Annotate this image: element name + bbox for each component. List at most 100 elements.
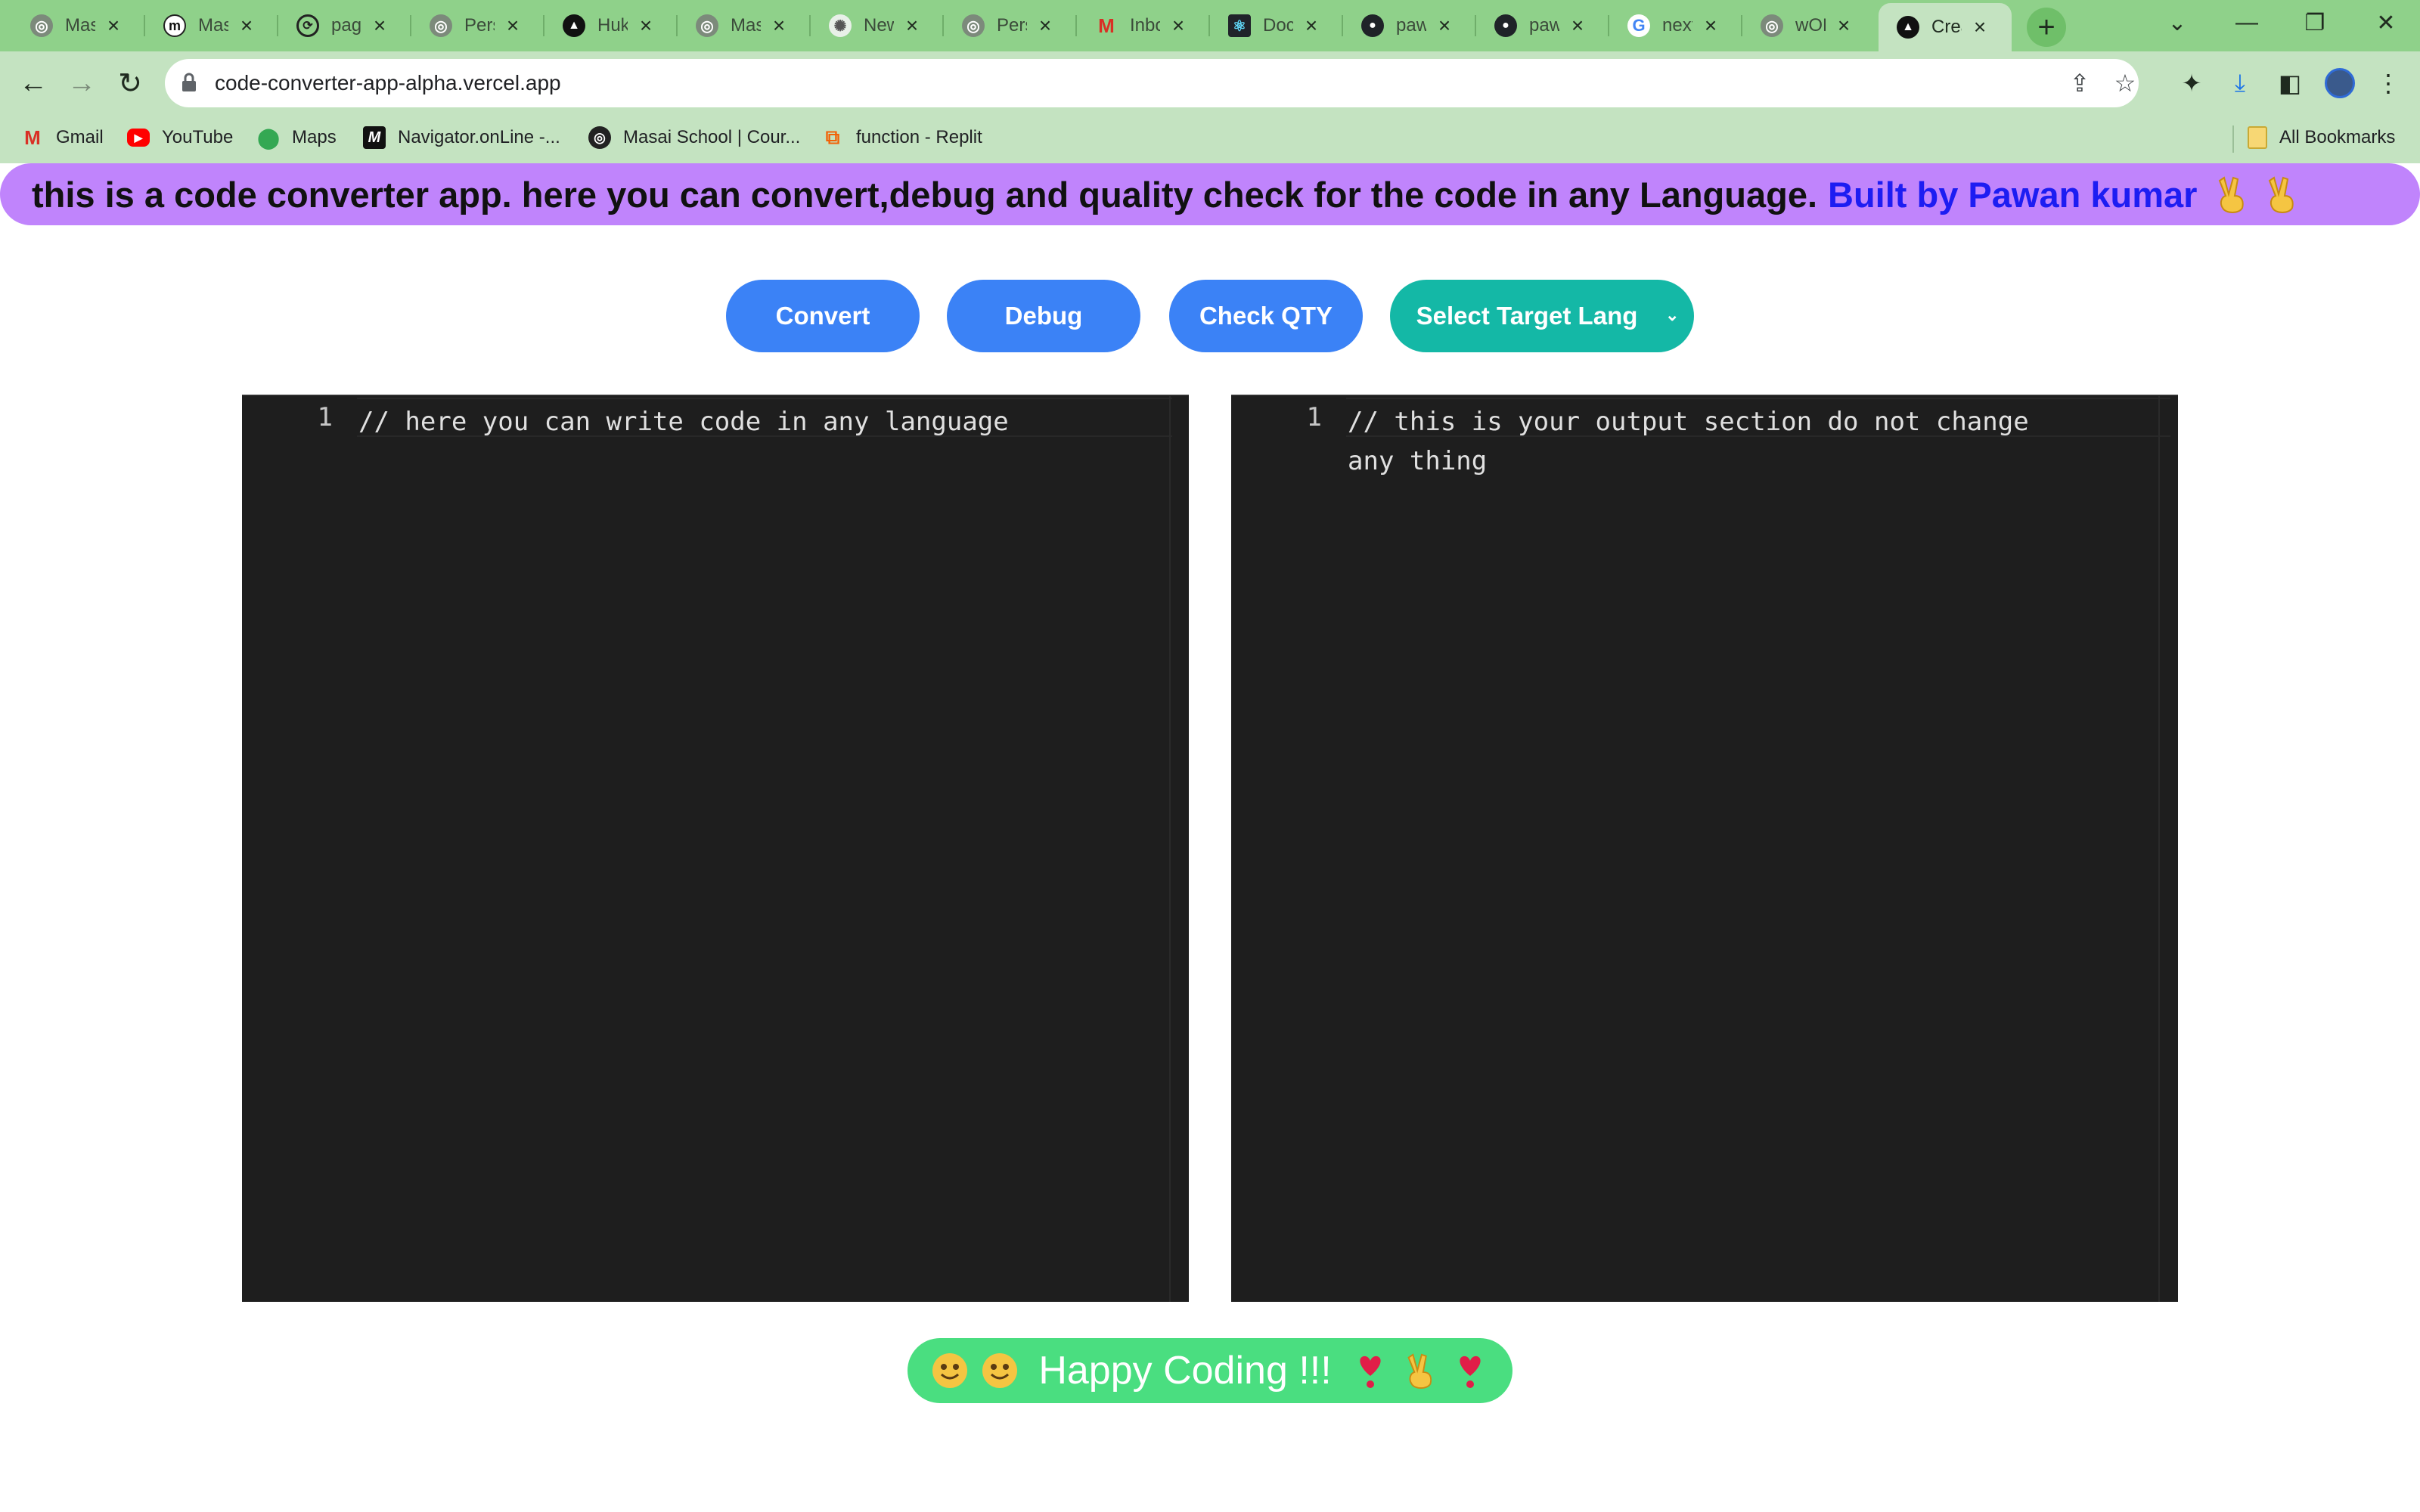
happy-coding-text: Happy Coding !!! [1038, 1349, 1332, 1393]
tab-6[interactable]: ◎ Masai × [678, 6, 788, 45]
bookmark-label: Navigator.onLine -... [398, 127, 560, 147]
debug-button[interactable]: Debug [947, 280, 1140, 352]
new-tab-button[interactable]: + [2027, 8, 2066, 47]
close-icon[interactable]: × [637, 15, 655, 36]
tab-12[interactable]: ● pawan × [1476, 6, 1587, 45]
tab-3[interactable]: ⟳ pages × [278, 6, 389, 45]
close-window-button[interactable]: ✕ [2352, 0, 2420, 45]
line-number: 1 [1306, 402, 1322, 432]
line-number: 1 [317, 402, 333, 432]
replit-icon: ⧉ [825, 125, 840, 148]
bookmark-replit[interactable]: ⧉ function - Replit [821, 121, 982, 154]
bookmark-gmail[interactable]: M Gmail [21, 121, 104, 154]
star-icon[interactable]: ☆ [2110, 68, 2140, 98]
maps-pin-icon: ⬤ [257, 125, 280, 149]
all-bookmarks[interactable]: All Bookmarks [2248, 121, 2395, 154]
close-icon[interactable]: × [1568, 15, 1587, 36]
line-gutter: 1 [1231, 396, 1322, 1302]
author-credit: Built by Pawan kumar [1828, 174, 2198, 215]
forward-button[interactable]: → [59, 60, 104, 106]
tab-2[interactable]: m Masai × [145, 6, 256, 45]
tab-9[interactable]: M Inbox × [1077, 6, 1187, 45]
close-icon[interactable]: × [770, 15, 788, 36]
tab-search-button[interactable]: ⌄ [2143, 0, 2211, 45]
tab-4[interactable]: ◎ Personal × [411, 6, 522, 45]
banner-text: this is a code converter app. here you c… [32, 174, 1818, 215]
close-icon[interactable]: × [1971, 17, 1989, 38]
tab-label: New [864, 15, 894, 36]
back-button[interactable]: ← [11, 60, 56, 106]
browser-chrome: ◎ Masai × m Masai × ⟳ pages × ◎ Personal… [0, 0, 2420, 163]
tab-14[interactable]: ◎ wOH × [1742, 6, 1853, 45]
convert-button[interactable]: Convert [726, 280, 920, 352]
input-editor[interactable]: 1 // here you can write code in any lang… [242, 395, 1189, 1302]
side-panel-icon[interactable]: ◧ [2270, 64, 2310, 103]
tab-label: Masai [65, 15, 95, 36]
close-icon[interactable]: × [903, 15, 921, 36]
vercel-triangle-icon: ▲ [1897, 16, 1919, 39]
restore-button[interactable]: ❐ [2281, 0, 2349, 45]
tab-1[interactable]: ◎ Masai × [12, 6, 123, 45]
output-code[interactable]: // this is your output section do not ch… [1348, 402, 2029, 481]
youtube-icon: ▶ [127, 129, 150, 147]
close-icon[interactable]: × [1435, 15, 1454, 36]
bookmark-label: function - Replit [856, 127, 982, 147]
tab-label: Personal [464, 15, 495, 36]
close-icon[interactable]: × [104, 15, 123, 36]
address-bar[interactable]: code-converter-app-alpha.vercel.app ⇪ ☆ [165, 59, 2139, 107]
bookmark-masai[interactable]: ◎ Masai School | Cour... [588, 121, 800, 154]
close-icon[interactable]: × [1302, 15, 1320, 36]
bookmark-youtube[interactable]: ▶ YouTube [127, 121, 233, 154]
bookmark-label: Masai School | Cour... [623, 127, 801, 147]
minimize-button[interactable]: — [2213, 0, 2281, 45]
share-icon[interactable]: ⇪ [2065, 68, 2095, 98]
chevron-down-icon: ⌄ [1665, 305, 1680, 324]
tab-15-active[interactable]: ▲ Create × [1879, 3, 2012, 51]
download-icon[interactable]: ⤓ [2220, 64, 2260, 103]
close-icon[interactable]: × [371, 15, 389, 36]
lock-icon [182, 73, 196, 91]
output-editor[interactable]: 1 // this is your output section do not … [1231, 395, 2178, 1302]
scrollbar[interactable] [1169, 396, 1189, 1302]
input-code[interactable]: // here you can write code in any langua… [358, 402, 1009, 442]
github-icon: ● [1494, 14, 1517, 37]
target-language-label: Select Target Lang [1416, 302, 1638, 330]
victory-hand-icon [1407, 1353, 1432, 1390]
avatar[interactable] [2320, 64, 2360, 103]
close-icon[interactable]: × [1169, 15, 1187, 36]
minimize-icon: — [2235, 10, 2258, 35]
globe-icon: ◎ [962, 14, 985, 37]
scrollbar[interactable] [2158, 396, 2178, 1302]
extensions-icon[interactable]: ✦ [2172, 64, 2211, 103]
globe-icon: ◎ [30, 14, 53, 37]
tab-8[interactable]: ◎ Personal × [944, 6, 1054, 45]
tab-5[interactable]: ▲ Huku × [544, 6, 655, 45]
tab-label: next [1662, 15, 1692, 36]
close-icon[interactable]: × [1835, 15, 1853, 36]
tab-10[interactable]: ⚛ Docs × [1210, 6, 1320, 45]
url-text[interactable]: code-converter-app-alpha.vercel.app [215, 71, 561, 95]
tab-11[interactable]: ● pawan × [1343, 6, 1454, 45]
medium-m-icon: m [163, 14, 186, 37]
close-icon[interactable]: × [1702, 15, 1720, 36]
close-icon[interactable]: × [504, 15, 522, 36]
chevron-down-icon: ⌄ [2167, 10, 2187, 36]
tab-13[interactable]: G next × [1609, 6, 1720, 45]
target-language-select[interactable]: Select Target Lang ⌄ [1390, 280, 1694, 352]
close-icon[interactable]: × [237, 15, 256, 36]
tab-7[interactable]: ✺ New × [811, 6, 921, 45]
line-gutter: 1 [242, 396, 333, 1302]
tab-label: Docs [1263, 15, 1293, 36]
globe-icon: ◎ [430, 14, 452, 37]
bookmark-maps[interactable]: ⬤ Maps [257, 121, 336, 154]
tab-label: Masai [731, 15, 761, 36]
close-icon[interactable]: × [1036, 15, 1054, 36]
menu-icon[interactable]: ⋮ [2369, 64, 2408, 103]
check-quality-button[interactable]: Check QTY [1169, 280, 1363, 352]
reload-button[interactable]: ↻ [107, 60, 153, 106]
arrow-right-icon: → [67, 67, 96, 99]
restore-icon: ❐ [2304, 10, 2325, 36]
bookmark-label: Gmail [56, 127, 104, 147]
heart-exclamation-icon [1460, 1356, 1481, 1388]
bookmark-navigator[interactable]: M Navigator.onLine -... [363, 121, 560, 154]
